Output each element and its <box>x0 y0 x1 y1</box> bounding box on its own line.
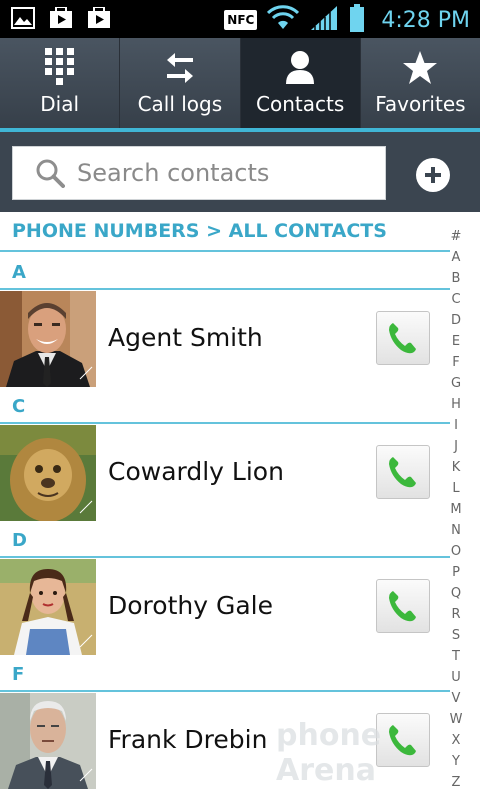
dialpad-icon <box>44 48 75 86</box>
phone-icon <box>389 591 416 622</box>
call-button[interactable] <box>376 445 430 499</box>
index-letter[interactable]: S <box>446 625 466 646</box>
tab-favorites[interactable]: Favorites <box>360 38 480 130</box>
contact-photo <box>0 559 96 655</box>
tab-label: Contacts <box>256 92 345 116</box>
index-letter[interactable]: T <box>446 646 466 667</box>
tab-call-logs[interactable]: Call logs <box>120 38 241 130</box>
index-letter[interactable]: I <box>446 415 466 436</box>
tab-label: Dial <box>40 92 80 116</box>
index-letter[interactable]: B <box>446 268 466 289</box>
battery-icon <box>349 4 365 36</box>
index-letter[interactable]: L <box>446 478 466 499</box>
tab-label: Call logs <box>137 92 223 116</box>
tab-dial[interactable]: Dial <box>0 38 121 130</box>
contact-row[interactable]: Dorothy Gale <box>0 559 450 655</box>
nfc-indicator: NFC <box>224 10 258 30</box>
person-icon <box>284 50 316 86</box>
call-button[interactable] <box>376 579 430 633</box>
clock: 4:28 PM <box>381 7 470 33</box>
star-icon <box>402 50 438 86</box>
search-input[interactable] <box>75 158 379 188</box>
contact-name: Agent Smith <box>108 323 263 352</box>
index-letter[interactable]: Y <box>446 751 466 772</box>
section-header-a: A <box>12 262 26 283</box>
section-header-c: C <box>12 396 26 417</box>
phone-icon <box>389 457 416 488</box>
call-button[interactable] <box>376 311 430 365</box>
divider <box>0 690 450 692</box>
index-letter[interactable]: O <box>446 541 466 562</box>
index-letter[interactable]: E <box>446 331 466 352</box>
tab-contacts[interactable]: Contacts <box>240 38 361 130</box>
index-letter[interactable]: U <box>446 667 466 688</box>
index-letter[interactable]: A <box>446 247 466 268</box>
index-letter[interactable]: K <box>446 457 466 478</box>
divider <box>0 422 450 424</box>
index-letter[interactable]: R <box>446 604 466 625</box>
index-letter[interactable]: V <box>446 688 466 709</box>
index-letter[interactable]: J <box>446 436 466 457</box>
wifi-icon <box>267 5 300 35</box>
search-icon <box>35 158 65 188</box>
index-letter[interactable]: G <box>446 373 466 394</box>
plus-icon <box>425 167 441 183</box>
status-bar: NFC 4:28 PM <box>0 0 480 38</box>
contact-photo <box>0 291 96 387</box>
index-letter[interactable]: M <box>446 499 466 520</box>
add-contact-button[interactable] <box>416 158 450 192</box>
tab-label: Favorites <box>375 92 466 116</box>
index-letter[interactable]: C <box>446 289 466 310</box>
signal-icon <box>309 4 339 36</box>
contact-photo <box>0 425 96 521</box>
contact-name: Dorothy Gale <box>108 591 273 620</box>
tab-bar: Dial Call logs Contacts Favorites <box>0 38 480 130</box>
index-letter[interactable]: Z <box>446 772 466 793</box>
index-letter[interactable]: X <box>446 730 466 751</box>
swap-arrows-icon <box>165 50 195 86</box>
contact-photo <box>0 693 96 789</box>
divider <box>0 250 450 252</box>
contact-row[interactable]: Cowardly Lion <box>0 425 450 521</box>
breadcrumb[interactable]: PHONE NUMBERS > ALL CONTACTS <box>12 220 387 242</box>
index-letter[interactable]: # <box>446 226 466 247</box>
divider <box>0 288 450 290</box>
index-letter[interactable]: D <box>446 310 466 331</box>
divider <box>0 556 450 558</box>
play-store-notification-icon <box>86 6 112 30</box>
section-header-d: D <box>12 530 27 551</box>
alphabet-index[interactable]: # A B C D E F G H I J K L M N O P Q R S T U V W X Y Z <box>446 226 466 793</box>
play-store-notification-icon <box>48 6 74 30</box>
index-letter[interactable]: F <box>446 352 466 373</box>
index-letter[interactable]: Q <box>446 583 466 604</box>
search-box[interactable] <box>12 146 386 200</box>
contact-name: Frank Drebin <box>108 725 268 754</box>
contact-row[interactable]: Agent Smith <box>0 291 450 387</box>
index-letter[interactable]: P <box>446 562 466 583</box>
index-letter[interactable]: W <box>446 709 466 730</box>
index-letter[interactable]: H <box>446 394 466 415</box>
phone-icon <box>389 323 416 354</box>
section-header-f: F <box>12 664 25 685</box>
gallery-notification-icon <box>10 6 36 30</box>
index-letter[interactable]: N <box>446 520 466 541</box>
search-bar <box>0 132 480 212</box>
contact-name: Cowardly Lion <box>108 457 284 486</box>
